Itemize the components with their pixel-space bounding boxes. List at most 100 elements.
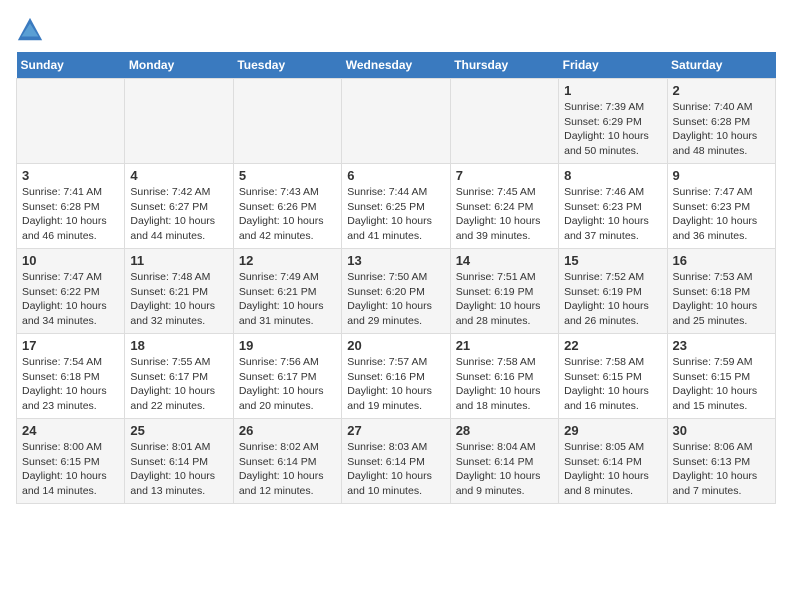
day-number: 11 [130,253,227,268]
calendar-cell [17,79,125,164]
day-number: 5 [239,168,336,183]
day-number: 30 [673,423,770,438]
day-number: 9 [673,168,770,183]
day-number: 12 [239,253,336,268]
calendar-cell [233,79,341,164]
day-info: Sunrise: 8:01 AM Sunset: 6:14 PM Dayligh… [130,440,227,499]
day-info: Sunrise: 7:40 AM Sunset: 6:28 PM Dayligh… [673,100,770,159]
day-number: 28 [456,423,553,438]
weekday-header-monday: Monday [125,52,233,79]
day-info: Sunrise: 7:53 AM Sunset: 6:18 PM Dayligh… [673,270,770,329]
day-info: Sunrise: 7:59 AM Sunset: 6:15 PM Dayligh… [673,355,770,414]
day-number: 15 [564,253,661,268]
day-number: 19 [239,338,336,353]
day-info: Sunrise: 7:43 AM Sunset: 6:26 PM Dayligh… [239,185,336,244]
day-number: 2 [673,83,770,98]
day-number: 10 [22,253,119,268]
weekday-header-friday: Friday [559,52,667,79]
day-number: 7 [456,168,553,183]
calendar-cell: 12Sunrise: 7:49 AM Sunset: 6:21 PM Dayli… [233,249,341,334]
day-number: 17 [22,338,119,353]
day-info: Sunrise: 7:46 AM Sunset: 6:23 PM Dayligh… [564,185,661,244]
day-number: 24 [22,423,119,438]
day-number: 3 [22,168,119,183]
day-info: Sunrise: 7:41 AM Sunset: 6:28 PM Dayligh… [22,185,119,244]
calendar-cell: 27Sunrise: 8:03 AM Sunset: 6:14 PM Dayli… [342,419,450,504]
day-info: Sunrise: 7:52 AM Sunset: 6:19 PM Dayligh… [564,270,661,329]
week-row-4: 17 Sunrise: 7:54 AM Sunset: 6:18 PM Dayli… [17,334,776,419]
calendar-cell: 1Sunrise: 7:39 AM Sunset: 6:29 PM Daylig… [559,79,667,164]
calendar-cell: 15 Sunrise: 7:52 AM Sunset: 6:19 PM Dayli… [559,249,667,334]
weekday-header-wednesday: Wednesday [342,52,450,79]
calendar-cell: 9 Sunrise: 7:47 AM Sunset: 6:23 PM Daylig… [667,164,775,249]
page-header [16,16,776,44]
calendar-cell: 30 Sunrise: 8:06 AM Sunset: 6:13 PM Dayli… [667,419,775,504]
weekday-header-row: SundayMondayTuesdayWednesdayThursdayFrid… [17,52,776,79]
calendar-cell: 16 Sunrise: 7:53 AM Sunset: 6:18 PM Dayli… [667,249,775,334]
day-number: 13 [347,253,444,268]
calendar-cell: 17 Sunrise: 7:54 AM Sunset: 6:18 PM Dayli… [17,334,125,419]
calendar-cell: 18 Sunrise: 7:55 AM Sunset: 6:17 PM Dayli… [125,334,233,419]
day-info: Sunrise: 8:05 AM Sunset: 6:14 PM Dayligh… [564,440,661,499]
weekday-header-thursday: Thursday [450,52,558,79]
day-info: Sunrise: 7:45 AM Sunset: 6:24 PM Dayligh… [456,185,553,244]
day-number: 4 [130,168,227,183]
calendar-cell [342,79,450,164]
day-number: 6 [347,168,444,183]
day-info: Sunrise: 7:44 AM Sunset: 6:25 PM Dayligh… [347,185,444,244]
day-info: Sunrise: 8:06 AM Sunset: 6:13 PM Dayligh… [673,440,770,499]
day-info: Sunrise: 7:47 AM Sunset: 6:22 PM Dayligh… [22,270,119,329]
day-number: 18 [130,338,227,353]
calendar-cell: 10 Sunrise: 7:47 AM Sunset: 6:22 PM Dayli… [17,249,125,334]
day-info: Sunrise: 7:57 AM Sunset: 6:16 PM Dayligh… [347,355,444,414]
day-info: Sunrise: 8:02 AM Sunset: 6:14 PM Dayligh… [239,440,336,499]
day-number: 22 [564,338,661,353]
day-info: Sunrise: 7:56 AM Sunset: 6:17 PM Dayligh… [239,355,336,414]
day-number: 25 [130,423,227,438]
day-info: Sunrise: 7:58 AM Sunset: 6:15 PM Dayligh… [564,355,661,414]
calendar-cell: 4Sunrise: 7:42 AM Sunset: 6:27 PM Daylig… [125,164,233,249]
day-info: Sunrise: 7:50 AM Sunset: 6:20 PM Dayligh… [347,270,444,329]
day-info: Sunrise: 7:58 AM Sunset: 6:16 PM Dayligh… [456,355,553,414]
calendar-cell: 11 Sunrise: 7:48 AM Sunset: 6:21 PM Dayli… [125,249,233,334]
logo-icon [16,16,44,44]
day-info: Sunrise: 7:51 AM Sunset: 6:19 PM Dayligh… [456,270,553,329]
week-row-5: 24Sunrise: 8:00 AM Sunset: 6:15 PM Dayli… [17,419,776,504]
calendar-cell: 24Sunrise: 8:00 AM Sunset: 6:15 PM Dayli… [17,419,125,504]
calendar-cell: 14 Sunrise: 7:51 AM Sunset: 6:19 PM Dayli… [450,249,558,334]
day-info: Sunrise: 7:55 AM Sunset: 6:17 PM Dayligh… [130,355,227,414]
week-row-3: 10 Sunrise: 7:47 AM Sunset: 6:22 PM Dayli… [17,249,776,334]
calendar-cell: 23Sunrise: 7:59 AM Sunset: 6:15 PM Dayli… [667,334,775,419]
calendar-cell: 5 Sunrise: 7:43 AM Sunset: 6:26 PM Daylig… [233,164,341,249]
calendar-cell: 20Sunrise: 7:57 AM Sunset: 6:16 PM Dayli… [342,334,450,419]
day-number: 1 [564,83,661,98]
calendar-cell [125,79,233,164]
week-row-1: 1Sunrise: 7:39 AM Sunset: 6:29 PM Daylig… [17,79,776,164]
day-info: Sunrise: 7:54 AM Sunset: 6:18 PM Dayligh… [22,355,119,414]
calendar-cell: 19 Sunrise: 7:56 AM Sunset: 6:17 PM Dayli… [233,334,341,419]
weekday-header-tuesday: Tuesday [233,52,341,79]
calendar-cell [450,79,558,164]
calendar-cell: 6 Sunrise: 7:44 AM Sunset: 6:25 PM Daylig… [342,164,450,249]
day-number: 16 [673,253,770,268]
calendar-cell: 21 Sunrise: 7:58 AM Sunset: 6:16 PM Dayli… [450,334,558,419]
calendar-cell: 29 Sunrise: 8:05 AM Sunset: 6:14 PM Dayli… [559,419,667,504]
calendar-cell: 26Sunrise: 8:02 AM Sunset: 6:14 PM Dayli… [233,419,341,504]
day-info: Sunrise: 7:47 AM Sunset: 6:23 PM Dayligh… [673,185,770,244]
day-number: 29 [564,423,661,438]
day-info: Sunrise: 8:04 AM Sunset: 6:14 PM Dayligh… [456,440,553,499]
weekday-header-saturday: Saturday [667,52,775,79]
calendar-cell: 25 Sunrise: 8:01 AM Sunset: 6:14 PM Dayli… [125,419,233,504]
calendar-cell: 3 Sunrise: 7:41 AM Sunset: 6:28 PM Daylig… [17,164,125,249]
day-number: 14 [456,253,553,268]
calendar-cell: 13 Sunrise: 7:50 AM Sunset: 6:20 PM Dayli… [342,249,450,334]
calendar-cell: 2 Sunrise: 7:40 AM Sunset: 6:28 PM Daylig… [667,79,775,164]
calendar-cell: 7 Sunrise: 7:45 AM Sunset: 6:24 PM Daylig… [450,164,558,249]
calendar-cell: 8 Sunrise: 7:46 AM Sunset: 6:23 PM Daylig… [559,164,667,249]
day-info: Sunrise: 8:03 AM Sunset: 6:14 PM Dayligh… [347,440,444,499]
day-number: 8 [564,168,661,183]
calendar-table: SundayMondayTuesdayWednesdayThursdayFrid… [16,52,776,504]
day-info: Sunrise: 7:48 AM Sunset: 6:21 PM Dayligh… [130,270,227,329]
week-row-2: 3 Sunrise: 7:41 AM Sunset: 6:28 PM Daylig… [17,164,776,249]
day-number: 21 [456,338,553,353]
